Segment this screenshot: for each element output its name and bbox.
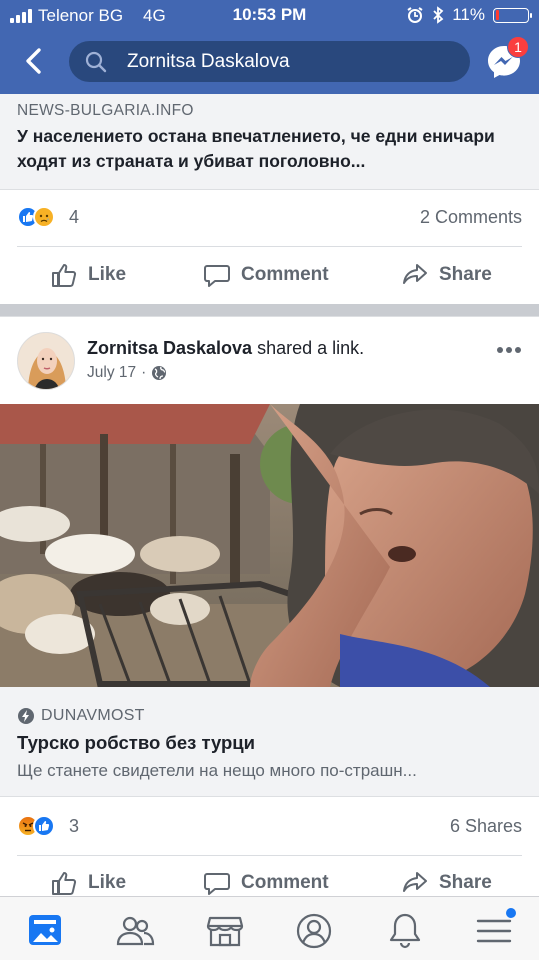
notifications-icon[interactable] [385, 911, 425, 951]
like-outline-icon [52, 872, 77, 895]
divider [17, 855, 522, 856]
like-label: Like [88, 872, 127, 893]
share-label: Share [439, 872, 492, 893]
comment-icon [204, 873, 230, 895]
link-title: Турско робство без турци [17, 732, 256, 753]
status-bar: Telenor BG 4G 10:53 PM 11% [0, 0, 539, 30]
like-outline-icon [52, 264, 77, 287]
avatar[interactable] [17, 332, 75, 390]
share-button[interactable]: Share [401, 255, 492, 295]
sad-icon [33, 206, 55, 228]
share-icon [403, 872, 427, 892]
share-icon [403, 264, 427, 284]
link-preview-news-bulgaria[interactable]: NEWS-BULGARIA.INFO У населението остана … [0, 94, 539, 190]
link-source: NEWS-BULGARIA.INFO [17, 102, 194, 119]
bluetooth-icon [433, 6, 444, 24]
reaction-count: 4 [69, 207, 80, 227]
link-preview-image[interactable] [0, 404, 539, 687]
share-label: Share [439, 264, 492, 285]
divider [17, 246, 522, 247]
battery-percent: 11% [452, 5, 485, 24]
author-name[interactable]: Zornitsa Daskalova [87, 338, 252, 358]
profile-icon[interactable] [294, 911, 334, 951]
meta-separator: · [141, 364, 147, 381]
comment-button[interactable]: Comment [203, 255, 329, 295]
post-author-line: Zornitsa Daskalova shared a link. [87, 338, 364, 359]
comments-count[interactable]: 2 Comments [420, 207, 522, 228]
more-options-icon[interactable] [497, 347, 521, 353]
like-label: Like [88, 264, 127, 285]
link-preview-dunavmost[interactable]: DUNAVMOST Турско робство без турци Ще ст… [0, 687, 539, 797]
bottom-tab-bar [0, 896, 539, 960]
instant-article-icon [18, 708, 34, 724]
post-date[interactable]: July 17 [87, 364, 136, 382]
link-source-row: DUNAVMOST [17, 707, 145, 725]
search-field[interactable]: Zornitsa Daskalova [69, 41, 470, 82]
feed-separator [0, 304, 539, 316]
comment-icon [204, 265, 230, 287]
battery-icon [493, 7, 532, 23]
link-title: У населението остана впечатлението, че е… [17, 126, 495, 171]
marketplace-icon[interactable] [205, 911, 245, 951]
link-description: Ще станете свидетели на нещо много по-ст… [17, 761, 417, 780]
alarm-icon [407, 7, 423, 23]
reactions-summary[interactable]: 3 6 Shares [17, 815, 522, 839]
post-meta: July 17 · [87, 364, 167, 382]
menu-notification-dot [506, 908, 516, 918]
like-button[interactable]: Like [50, 255, 126, 295]
search-icon [85, 51, 107, 73]
divider [0, 316, 539, 317]
search-query: Zornitsa Daskalova [127, 51, 290, 72]
comment-label: Comment [241, 872, 329, 893]
top-bar: Telenor BG 4G 10:53 PM 11% Zornitsa Dask… [0, 0, 539, 94]
post-actions: Like Comment Share [0, 255, 539, 295]
shares-count[interactable]: 6 Shares [450, 816, 522, 837]
reactions-summary[interactable]: 4 2 Comments [17, 206, 522, 230]
link-source: DUNAVMOST [41, 707, 145, 724]
like-icon [33, 815, 55, 837]
messenger-badge: 1 [507, 36, 529, 58]
news-feed-icon[interactable] [26, 911, 66, 951]
reaction-count: 3 [69, 816, 80, 836]
comment-label: Comment [241, 264, 329, 285]
friends-icon[interactable] [115, 911, 155, 951]
post-action-text: shared a link. [257, 338, 365, 358]
back-icon[interactable] [22, 44, 46, 78]
globe-icon [152, 366, 167, 380]
